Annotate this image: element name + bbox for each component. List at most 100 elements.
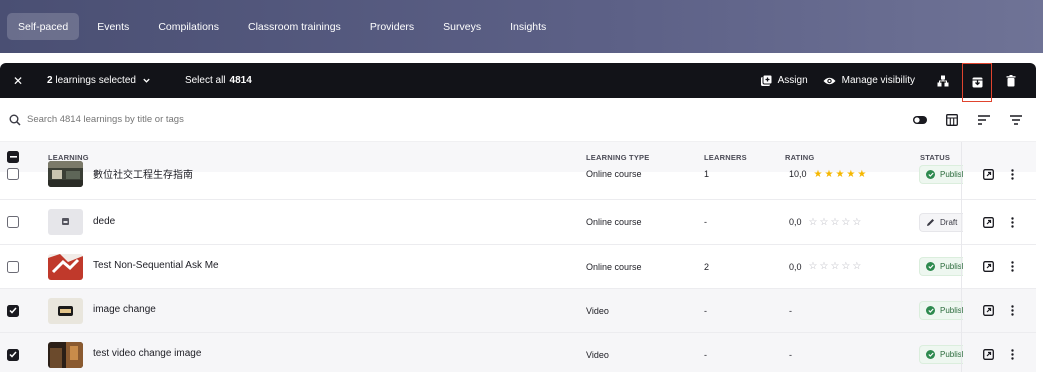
- sort-icon: [978, 114, 990, 125]
- more-cell: [1001, 156, 1023, 192]
- row-checkbox[interactable]: [7, 216, 19, 228]
- actions-column-divider: [961, 142, 962, 372]
- assign-label: Assign: [777, 75, 808, 86]
- status-badge: Draft: [919, 212, 963, 232]
- archive-button[interactable]: [962, 63, 992, 102]
- learning-thumbnail: [48, 161, 83, 187]
- rating-stars: ☆☆☆☆☆: [808, 261, 864, 272]
- row-select-cell: [7, 333, 19, 372]
- chevron-down-icon: [143, 78, 150, 83]
- learners-count: 1: [704, 169, 710, 179]
- select-all-count: 4814: [229, 75, 252, 86]
- more-cell: [1001, 333, 1023, 372]
- table-row[interactable]: 數位社交工程生存指南Online course110,0★★★★★Publish…: [0, 161, 1036, 200]
- select-all-button[interactable]: Select all 4814: [185, 75, 252, 86]
- open-external-icon: [982, 216, 994, 228]
- tab-surveys[interactable]: Surveys: [432, 13, 492, 40]
- rating-value: -: [789, 349, 792, 360]
- more-cell: [1001, 245, 1023, 288]
- toggle-view-button[interactable]: [904, 106, 936, 134]
- more-cell: [1001, 200, 1023, 244]
- eye-icon: [823, 77, 836, 84]
- table-row[interactable]: test video change image Video - - Published: [0, 333, 1036, 372]
- sort-button[interactable]: [968, 106, 1000, 134]
- learning-title[interactable]: Test Non-Sequential Ask Me: [93, 244, 219, 287]
- table-row[interactable]: image change Video - - Published: [0, 289, 1036, 333]
- table-row[interactable]: dede Online course - 0,0 ☆☆☆☆☆ Draft: [0, 200, 1036, 245]
- learning-thumbnail: [48, 341, 83, 368]
- check-circle-icon: [926, 169, 935, 179]
- more-options-button[interactable]: [1001, 211, 1023, 233]
- table-row[interactable]: Test Non-Sequential Ask Me Online course 2…: [0, 245, 1036, 289]
- tab-providers[interactable]: Providers: [359, 13, 425, 40]
- more-options-button[interactable]: [1001, 256, 1023, 278]
- more-cell: [1001, 289, 1023, 332]
- filter-button[interactable]: [1000, 106, 1032, 134]
- rating-value: -: [789, 305, 792, 316]
- more-options-button[interactable]: [1001, 344, 1023, 366]
- row-checkbox[interactable]: [7, 304, 19, 317]
- open-external-button[interactable]: [977, 211, 999, 233]
- status-cell: Published: [919, 333, 963, 372]
- selected-count-label: learnings selected: [55, 75, 136, 86]
- tab-self-paced[interactable]: Self-paced: [7, 13, 80, 40]
- status-cell: Published: [919, 289, 963, 332]
- more-options-button[interactable]: [1001, 163, 1023, 185]
- more-vertical-icon: [1010, 216, 1014, 228]
- manage-visibility-label: Manage visibility: [841, 75, 915, 86]
- status-cell: Draft: [919, 200, 963, 244]
- status-badge: Published: [919, 345, 963, 364]
- learning-thumbnail: [48, 297, 83, 324]
- bulk-actions: Assign Manage visibility: [760, 63, 1036, 102]
- tab-events[interactable]: Events: [86, 13, 140, 40]
- check-circle-icon: [926, 306, 935, 315]
- more-vertical-icon: [1010, 305, 1014, 316]
- status-badge: Published: [919, 301, 963, 320]
- row-thumbnail: [48, 333, 83, 372]
- open-cell: [977, 333, 999, 372]
- columns-button[interactable]: [936, 106, 968, 134]
- close-icon[interactable]: ✕: [0, 74, 36, 88]
- delete-button[interactable]: [998, 68, 1024, 94]
- learning-title[interactable]: image change: [93, 288, 156, 331]
- assign-icon: [760, 74, 772, 86]
- rating-value: 0,0: [789, 217, 802, 227]
- row-checkbox[interactable]: [7, 348, 19, 361]
- rating-stars: ☆☆☆☆☆: [808, 216, 864, 228]
- row-select-cell: [7, 200, 19, 244]
- learning-title[interactable]: dede: [93, 199, 115, 243]
- header-learners[interactable]: LEARNERS: [704, 153, 747, 162]
- open-external-button[interactable]: [977, 344, 999, 366]
- row-checkbox[interactable]: [7, 168, 19, 180]
- select-all-label: Select all: [184, 75, 226, 86]
- status-label: Published: [940, 262, 963, 271]
- tab-compilations[interactable]: Compilations: [147, 13, 230, 40]
- learning-type: Video: [586, 305, 609, 316]
- rating-cell: 10,0 ★★★★★: [789, 156, 868, 192]
- search-input[interactable]: [27, 114, 327, 125]
- more-vertical-icon: [1010, 349, 1014, 360]
- manage-visibility-button[interactable]: Manage visibility: [823, 75, 915, 86]
- learning-type: Online course: [586, 217, 642, 227]
- open-external-button[interactable]: [977, 300, 999, 322]
- hierarchy-button[interactable]: [930, 68, 956, 94]
- status-label: Published: [940, 169, 963, 179]
- tab-insights[interactable]: Insights: [499, 13, 557, 40]
- trash-icon: [1006, 74, 1016, 86]
- assign-button[interactable]: Assign: [760, 74, 808, 87]
- learners-count: -: [704, 217, 707, 227]
- selection-count-dropdown[interactable]: 2 learnings selected: [47, 75, 151, 86]
- rating-cell: 0,0 ☆☆☆☆☆: [789, 245, 863, 288]
- tab-classroom-trainings[interactable]: Classroom trainings: [237, 13, 352, 40]
- row-checkbox[interactable]: [7, 260, 19, 273]
- learning-thumbnail: [48, 253, 83, 280]
- learning-title[interactable]: test video change image: [93, 332, 201, 372]
- more-options-button[interactable]: [1001, 300, 1023, 322]
- learning-type: Online course: [586, 261, 642, 272]
- open-external-button[interactable]: [977, 256, 999, 278]
- open-cell: [977, 289, 999, 332]
- status-cell: Published: [919, 245, 963, 288]
- learning-thumbnail: [48, 209, 83, 235]
- learning-title[interactable]: 數位社交工程生存指南: [93, 155, 193, 191]
- open-external-button[interactable]: [977, 163, 999, 185]
